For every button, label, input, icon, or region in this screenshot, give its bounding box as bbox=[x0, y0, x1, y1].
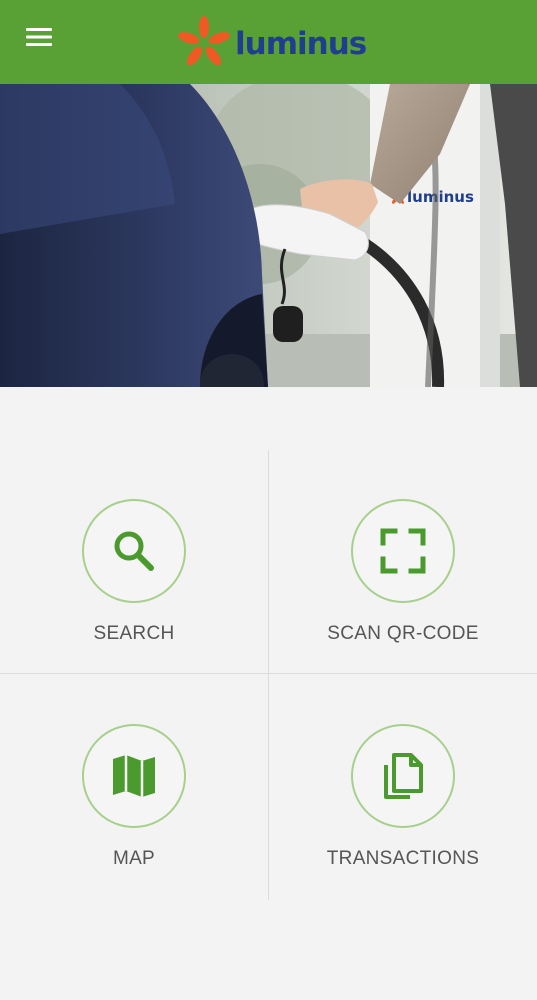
map-label: MAP bbox=[112, 848, 156, 869]
scan-qr-code-circle bbox=[351, 499, 455, 603]
search-circle bbox=[82, 499, 186, 603]
transactions-tile[interactable]: TRANSACTIONS bbox=[269, 674, 537, 899]
app-bar: luminus bbox=[0, 0, 537, 84]
action-grid: SEARCH SCAN QR-CODE MAP TRANSACTIONS bbox=[0, 387, 537, 1000]
brand-name: luminus bbox=[235, 26, 367, 62]
map-icon bbox=[113, 755, 155, 797]
hero-image: luminus bbox=[0, 84, 537, 387]
luminus-star-logo-icon bbox=[178, 16, 230, 66]
search-label: SEARCH bbox=[93, 623, 175, 644]
search-icon bbox=[114, 531, 154, 571]
brand-logo: luminus bbox=[176, 16, 367, 70]
scan-qr-code-tile[interactable]: SCAN QR-CODE bbox=[269, 449, 537, 674]
qr-scan-icon bbox=[380, 528, 426, 574]
station-brand-text: luminus bbox=[407, 188, 474, 206]
menu-button[interactable] bbox=[18, 20, 60, 54]
transactions-label: TRANSACTIONS bbox=[326, 848, 480, 869]
transactions-circle bbox=[351, 724, 455, 828]
search-tile[interactable]: SEARCH bbox=[0, 449, 268, 674]
scan-qr-code-label: SCAN QR-CODE bbox=[327, 623, 479, 644]
hamburger-menu-icon bbox=[26, 28, 52, 46]
map-circle bbox=[82, 724, 186, 828]
documents-icon bbox=[384, 753, 423, 799]
map-tile[interactable]: MAP bbox=[0, 674, 268, 899]
